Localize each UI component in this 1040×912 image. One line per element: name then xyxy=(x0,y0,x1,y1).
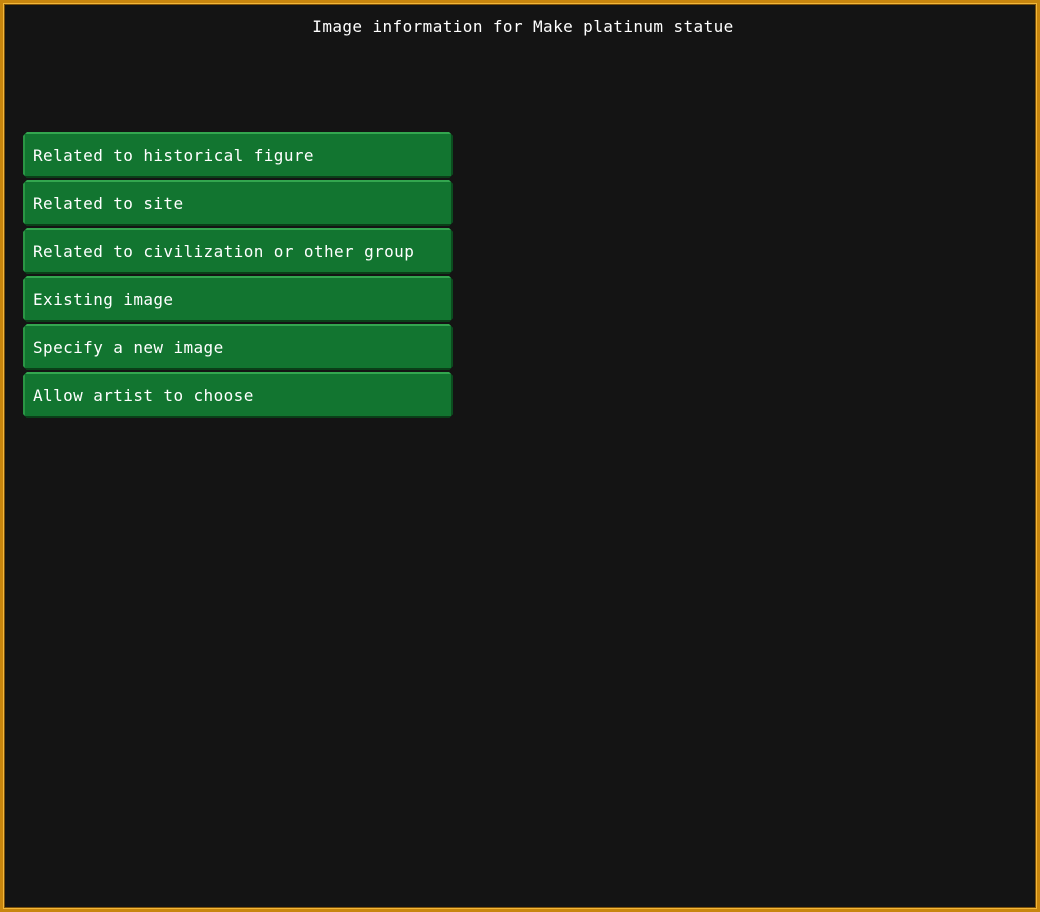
option-related-to-historical-figure[interactable]: Related to historical figure xyxy=(23,132,453,178)
option-label: Allow artist to choose xyxy=(33,386,254,405)
option-existing-image[interactable]: Existing image xyxy=(23,276,453,322)
image-option-menu: Related to historical figure Related to … xyxy=(23,132,453,420)
option-related-to-civilization[interactable]: Related to civilization or other group xyxy=(23,228,453,274)
option-related-to-site[interactable]: Related to site xyxy=(23,180,453,226)
option-label: Related to historical figure xyxy=(33,146,314,165)
option-specify-new-image[interactable]: Specify a new image xyxy=(23,324,453,370)
option-allow-artist-to-choose[interactable]: Allow artist to choose xyxy=(23,372,453,418)
window-frame: Image information for Make platinum stat… xyxy=(0,0,1040,912)
option-label: Related to site xyxy=(33,194,184,213)
option-label: Existing image xyxy=(33,290,174,309)
option-label: Related to civilization or other group xyxy=(33,242,415,261)
option-label: Specify a new image xyxy=(33,338,224,357)
page-title: Image information for Make platinum stat… xyxy=(312,17,734,36)
